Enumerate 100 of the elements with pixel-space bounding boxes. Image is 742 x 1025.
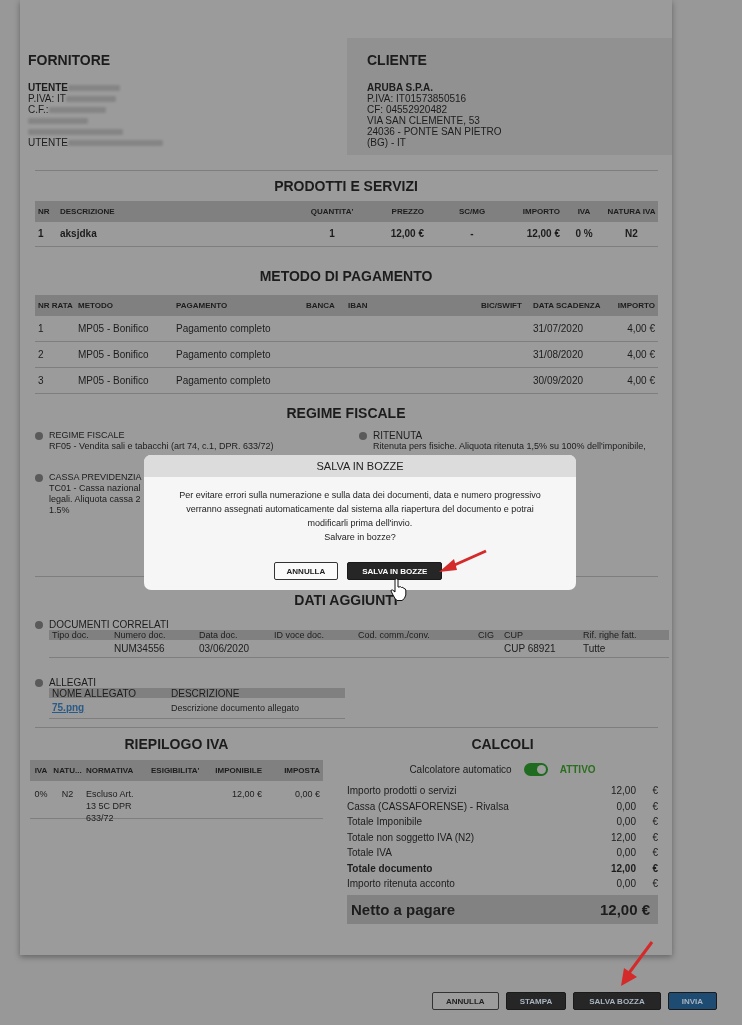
column-header: NATURA IVA: [605, 201, 658, 222]
action-button[interactable]: SALVA BOZZA: [573, 992, 661, 1010]
total-value: 0,00: [615, 878, 636, 890]
column-header: NOME ALLEGATO: [49, 688, 168, 698]
total-value: 0,00: [615, 816, 636, 828]
section-title: REGIME FISCALE: [285, 404, 407, 422]
column-header: NATU...: [52, 760, 83, 781]
toggle-label: Calcolatore automatico: [409, 763, 512, 775]
section-title: PRODOTTI E SERVIZI: [273, 177, 419, 195]
table-cell: Pagamento completo: [173, 316, 303, 342]
column-header: QUANTITA': [297, 201, 367, 222]
total-value: 12,00: [609, 862, 636, 874]
client-line: VIA SAN CLEMENTE, 53: [367, 115, 481, 126]
table-cell: NUM34556: [111, 640, 196, 658]
net-value: 12,00 €: [599, 900, 650, 918]
column-header: IBAN: [345, 295, 478, 316]
total-value: 0,00: [615, 800, 636, 812]
total-label: Importo prodotti o servizi: [347, 785, 458, 797]
pointer-arrow: [621, 941, 654, 986]
column-header: IMPORTO: [610, 295, 658, 316]
bullet-dot: [35, 474, 43, 482]
column-header: NORMATIVA: [83, 760, 148, 781]
column-header: PREZZO: [367, 201, 427, 222]
table-cell: CUP 68921: [501, 640, 580, 658]
table-cell: 1: [35, 316, 75, 342]
table-cell: Escluso Art. 13 5C DPR 633/72: [83, 781, 148, 819]
currency-sign: €: [651, 816, 658, 828]
total-label: Importo ritenuta acconto: [347, 878, 456, 890]
toggle-switch[interactable]: [523, 762, 548, 776]
total-label: Totale non soggetto IVA (N2): [347, 831, 476, 843]
table-cell: 12,00 €: [200, 781, 265, 819]
table-cell: 4,00 €: [610, 368, 658, 394]
total-value: 12,00: [609, 831, 636, 843]
column-header: NR: [35, 201, 57, 222]
table-cell: 31/08/2020: [530, 342, 610, 368]
action-button[interactable]: INVIA: [667, 992, 717, 1010]
dialog-question: Salvare in bozze?: [323, 531, 397, 544]
column-header: ESIGIBILITA': [148, 760, 200, 781]
currency-sign: €: [651, 831, 658, 843]
table-cell: MP05 - Bonifico: [75, 342, 173, 368]
currency-sign: €: [651, 847, 658, 859]
table-cell: -: [427, 222, 517, 247]
table-cell: 4,00 €: [610, 342, 658, 368]
column-header: DATA SCADENZA: [530, 295, 610, 316]
total-label: Cassa (CASSAFORENSE) - Rivalsa: [347, 800, 510, 812]
total-label: Totale documento: [347, 862, 434, 874]
column-header: METODO: [75, 295, 173, 316]
column-header: DESCRIZIONE: [168, 688, 345, 698]
column-header: Cod. comm./conv.: [355, 630, 475, 640]
item-title: RITENUTA: [372, 430, 424, 441]
action-button[interactable]: ANNULLA: [432, 992, 499, 1010]
client-line: (BG) - IT: [367, 137, 407, 148]
table-cell: N2: [52, 781, 83, 819]
client-name: ARUBA S.P.A.: [367, 82, 435, 93]
column-header: IMPORTO: [517, 201, 563, 222]
dialog-button[interactable]: ANNULLA: [273, 562, 339, 580]
table-cell: Tutte: [580, 640, 669, 658]
supplier-line: C.F.:: [28, 104, 49, 115]
table-cell: N2: [605, 222, 658, 247]
bullet-dot: [35, 679, 43, 687]
bullet-dot: [35, 432, 43, 440]
column-header: IVA: [563, 201, 605, 222]
total-label: Totale IVA: [347, 847, 393, 859]
table-cell: MP05 - Bonifico: [75, 316, 173, 342]
dialog-message: Per evitare errori sulla numerazione e sulla data dei documenti, data e numero progressivo verranno assegnati automaticamente dal sistema alla riapertura del documento e potrai modificarli prima dell'invio.: [178, 489, 542, 530]
column-header: IMPONIBILE: [200, 760, 265, 781]
table-cell: 30/09/2020: [530, 368, 610, 394]
table-cell: aksjdka: [57, 222, 297, 247]
section-title: RIEPILOGO IVA: [123, 735, 230, 753]
action-button[interactable]: STAMPA: [505, 992, 567, 1010]
table-cell: 03/06/2020: [196, 640, 271, 658]
column-header: IVA: [30, 760, 52, 781]
column-header: SC/MG: [427, 201, 517, 222]
column-header: BIC/SWIFT: [478, 295, 530, 316]
table-cell: 12,00 €: [367, 222, 427, 247]
currency-sign: €: [651, 800, 658, 812]
table-cell: Pagamento completo: [173, 342, 303, 368]
table-cell: 1: [35, 222, 57, 247]
dialog-title: SALVA IN BOZZE: [144, 455, 576, 477]
column-header: NR RATA: [35, 295, 75, 316]
dialog-button[interactable]: SALVA IN BOZZE: [347, 562, 443, 580]
item-text: 1.5%: [49, 505, 71, 516]
client-title: CLIENTE: [367, 52, 428, 68]
total-value: 12,00: [609, 785, 636, 797]
supplier-line: UTENTE: [28, 137, 68, 148]
column-header: Rif. righe fatt.: [580, 630, 669, 640]
currency-sign: €: [651, 785, 658, 797]
table-cell: MP05 - Bonifico: [75, 368, 173, 394]
table-cell: 1: [297, 222, 367, 247]
column-header: CUP: [501, 630, 580, 640]
item-text: Ritenuta pers fisiche. Aliquota ritenuta 1,5% su 100% dell'imponibile,: [372, 441, 646, 452]
column-header: ID voce doc.: [271, 630, 355, 640]
item-title: DOCUMENTI CORRELATI: [49, 619, 169, 630]
table-cell: Pagamento completo: [173, 368, 303, 394]
column-header: PAGAMENTO: [173, 295, 303, 316]
item-text: RF05 - Vendita sali e tabacchi (art 74, c.1, DPR. 633/72): [49, 441, 274, 452]
section-title: CALCOLI: [470, 735, 535, 753]
column-header: CIG: [475, 630, 501, 640]
column-header: Data doc.: [196, 630, 271, 640]
table-cell: 0,00 €: [265, 781, 323, 819]
